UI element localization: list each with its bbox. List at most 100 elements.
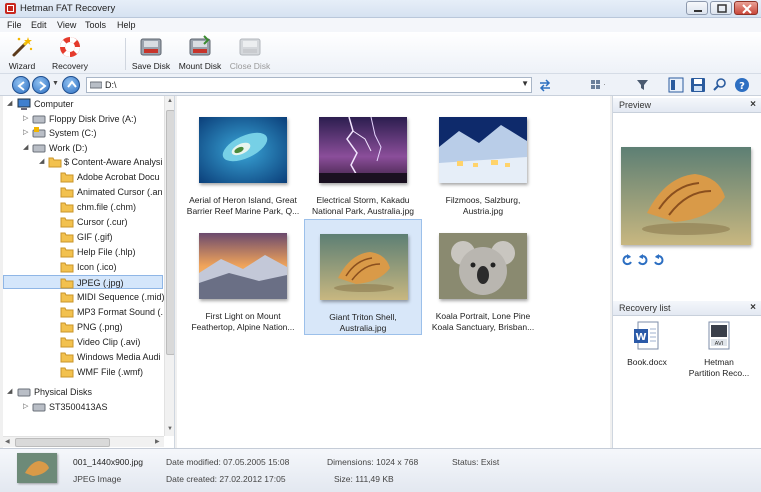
up-button[interactable] (62, 76, 80, 94)
close-disk-button[interactable]: Close Disk (229, 34, 271, 72)
preview-image (621, 147, 751, 245)
address-bar: ▼ D:\ ▼ ? (0, 74, 761, 96)
status-filename: 001_1440x900.jpg (73, 457, 143, 467)
tree-item-folder[interactable]: chm.file (.chm) (3, 200, 163, 214)
filter-icon[interactable] (635, 77, 651, 93)
tree-item-folder[interactable]: MIDI Sequence (.mid) (3, 290, 165, 304)
tree-label: Help File (.hlp) (77, 247, 136, 257)
collapse-icon[interactable]: ◢ (7, 385, 12, 399)
back-button[interactable] (12, 76, 30, 94)
tree-vertical-scrollbar[interactable]: ▲ ▼ (164, 96, 174, 436)
scroll-up-icon[interactable]: ▲ (167, 98, 173, 104)
tree-item-folder[interactable]: Adobe Acrobat Docu (3, 170, 163, 184)
recovery-item-label: Hetman Partition Reco... (688, 357, 750, 378)
recovery-button[interactable]: Recovery (50, 34, 90, 72)
status-dimensions: Dimensions: 1024 x 768 (327, 457, 419, 467)
recovery-list-title: Recovery list (619, 303, 671, 313)
shell-image (17, 453, 57, 483)
save-icon[interactable] (690, 77, 706, 93)
word-document-icon: W (634, 321, 659, 350)
rotate-right-icon[interactable] (653, 254, 665, 266)
scroll-thumb[interactable] (166, 110, 174, 355)
file-tile[interactable]: Aerial of Heron Island, Great Barrier Ree… (184, 103, 302, 219)
close-icon[interactable]: × (750, 99, 756, 110)
tree-label: Floppy Disk Drive (A:) (49, 114, 137, 124)
island-image (199, 117, 287, 183)
file-thumbnail (439, 117, 527, 183)
refresh-icon[interactable] (537, 77, 553, 93)
maximize-button[interactable] (710, 1, 732, 15)
tree-item-computer[interactable]: ◢ Computer (3, 97, 163, 111)
magic-wand-icon (12, 37, 33, 57)
file-tile[interactable]: First Light on Mount Feathertop, Alpine N… (184, 219, 302, 335)
close-disk-label: Close Disk (229, 61, 271, 71)
scroll-right-icon[interactable]: ▶ (155, 438, 160, 445)
collapse-icon[interactable]: ◢ (7, 97, 12, 111)
history-dropdown-icon[interactable]: ▼ (52, 80, 59, 87)
scroll-down-icon[interactable]: ▼ (167, 426, 173, 432)
file-thumbnail (319, 117, 407, 183)
forward-button[interactable] (32, 76, 50, 94)
tree-item-folder[interactable]: Icon (.ico) (3, 260, 163, 274)
tree-item-folder[interactable]: WMF File (.wmf) (3, 365, 163, 379)
status-filetype: JPEG Image (73, 474, 122, 484)
minimize-button[interactable] (686, 1, 708, 15)
file-tile-selected[interactable]: Giant Triton Shell, Australia.jpg (304, 219, 422, 335)
tree-item-folder[interactable]: Windows Media Audi (3, 350, 163, 364)
svg-text:AVI: AVI (715, 341, 724, 347)
file-tile[interactable]: Koala Portrait, Lone Pine Koala Sanctuary… (424, 219, 542, 335)
menu-tools[interactable]: Tools (85, 20, 106, 30)
tree-item-folder[interactable]: GIF (.gif) (3, 230, 163, 244)
tree-item-folder[interactable]: Video Clip (.avi) (3, 335, 163, 349)
collapse-icon[interactable]: ◢ (23, 141, 28, 155)
menu-file[interactable]: File (7, 20, 22, 30)
title-bar: Hetman FAT Recovery (0, 0, 761, 18)
file-tile[interactable]: Filzmoos, Salzburg, Austria.jpg (424, 103, 542, 219)
tree-item-floppy[interactable]: ▷ Floppy Disk Drive (A:) (3, 112, 163, 126)
tree-item-work[interactable]: ◢ Work (D:) (3, 141, 163, 155)
tree-item-physical-disks[interactable]: ◢ Physical Disks (3, 385, 163, 399)
tree-item-system[interactable]: ▷ System (C:) (3, 126, 163, 140)
close-button[interactable] (734, 1, 758, 15)
flip-icon[interactable] (637, 254, 649, 266)
path-field[interactable]: D:\ ▼ (86, 77, 532, 93)
help-icon[interactable]: ? (734, 77, 750, 93)
scroll-thumb[interactable] (15, 438, 110, 447)
tree-label: WMF File (.wmf) (77, 367, 143, 377)
maximize-icon (717, 4, 727, 13)
path-dropdown-icon[interactable]: ▼ (521, 79, 529, 88)
toolbar-separator (125, 38, 126, 70)
close-icon[interactable]: × (750, 302, 756, 313)
tree-item-disk[interactable]: ▷ ST3500413AS (3, 400, 163, 414)
system-drive-icon (32, 127, 46, 138)
save-disk-button[interactable]: Save Disk (131, 34, 171, 72)
tree-label: Icon (.ico) (77, 262, 117, 272)
tree-horizontal-scrollbar[interactable]: ◀ ▶ (3, 436, 164, 447)
tree-item-folder[interactable]: Cursor (.cur) (3, 215, 163, 229)
minimize-icon (694, 10, 702, 12)
wizard-button[interactable]: Wizard (4, 34, 40, 72)
expand-icon[interactable]: ▷ (23, 400, 28, 414)
menu-edit[interactable]: Edit (31, 20, 47, 30)
mount-disk-button[interactable]: Mount Disk (176, 34, 224, 72)
panel-view-icon[interactable] (668, 77, 684, 93)
search-icon[interactable] (712, 77, 728, 93)
tree-label: Animated Cursor (.an (77, 187, 163, 197)
village-image (439, 117, 527, 183)
menu-view[interactable]: View (57, 20, 76, 30)
rotate-left-icon[interactable] (621, 254, 633, 266)
expand-icon[interactable]: ▷ (23, 112, 28, 126)
view-mode-icon[interactable] (589, 77, 605, 93)
tree-item-folder-selected[interactable]: JPEG (.jpg) (3, 275, 163, 289)
folder-icon (60, 217, 74, 228)
expand-icon[interactable]: ▷ (23, 126, 28, 140)
menu-help[interactable]: Help (117, 20, 136, 30)
tree-item-folder[interactable]: MP3 Format Sound (. (3, 305, 163, 319)
tree-item-folder[interactable]: Help File (.hlp) (3, 245, 163, 259)
scroll-left-icon[interactable]: ◀ (5, 438, 10, 445)
collapse-icon[interactable]: ◢ (39, 155, 44, 169)
file-tile[interactable]: Electrical Storm, Kakadu National Park, A… (304, 103, 422, 219)
tree-item-folder[interactable]: PNG (.png) (3, 320, 163, 334)
tree-item-content-aware[interactable]: ◢ $ Content-Aware Analysi (3, 155, 163, 169)
tree-item-folder[interactable]: Animated Cursor (.an (3, 185, 163, 199)
